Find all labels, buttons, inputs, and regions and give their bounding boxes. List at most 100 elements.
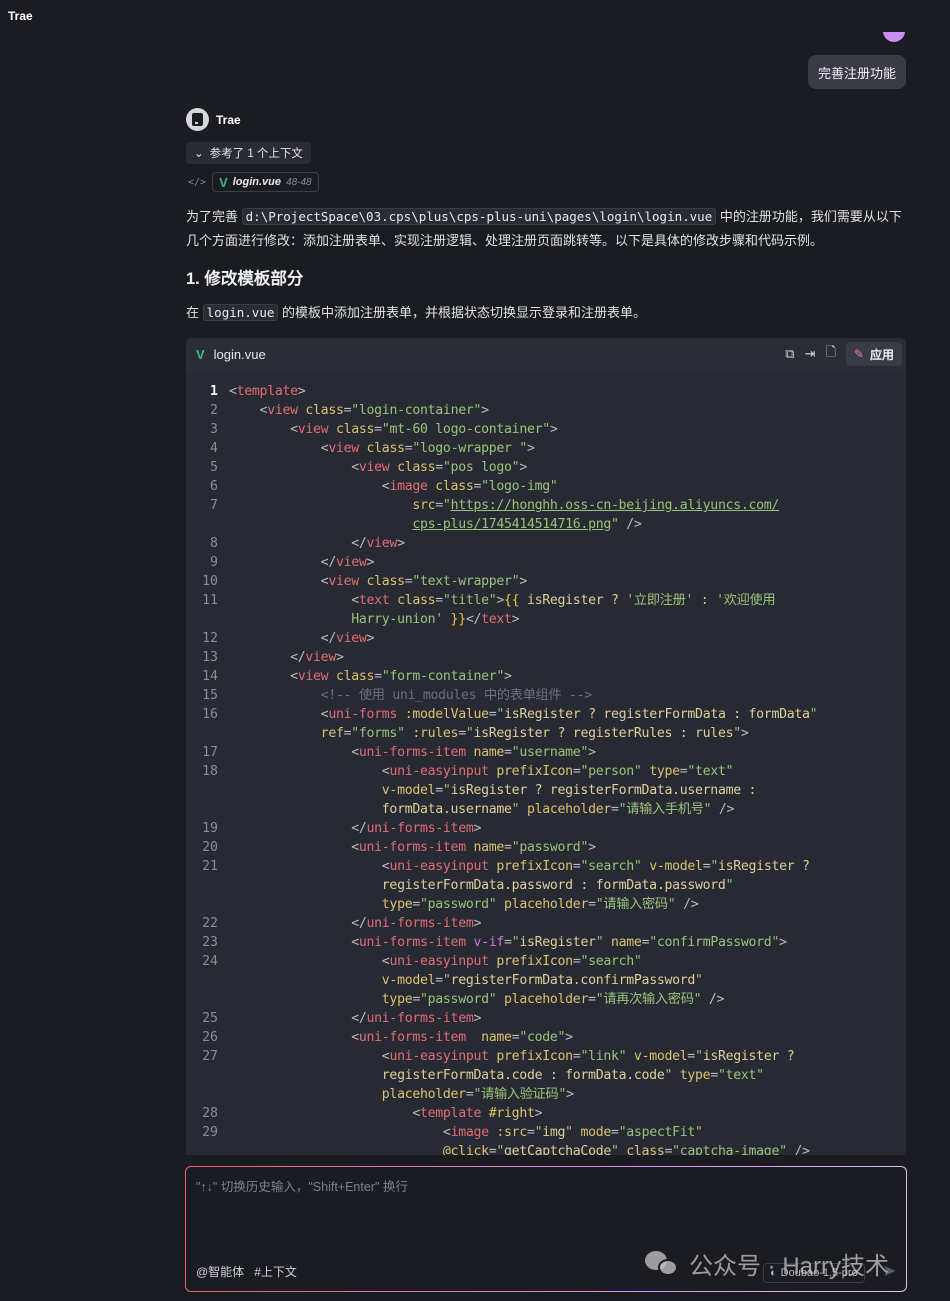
code-text: <template> bbox=[218, 382, 306, 401]
code-token: " bbox=[695, 973, 703, 988]
code-text: registerFormData.password : formData.pas… bbox=[218, 876, 734, 895]
line-number: 20 bbox=[202, 840, 218, 855]
code-line: 13 </view> bbox=[186, 648, 906, 667]
code-token: < bbox=[229, 422, 298, 437]
code-token: = bbox=[435, 593, 443, 608]
code-token: "请输入手机号" bbox=[618, 802, 712, 817]
code-token: </ bbox=[229, 555, 337, 570]
text: 的模板中添加注册表单，并根据状态切换显示登录和注册表单。 bbox=[282, 305, 647, 320]
code-token: "text-wrapper" bbox=[412, 574, 520, 589]
code-line: 10 <view class="text-wrapper"> bbox=[186, 572, 906, 591]
code-token: "text" bbox=[717, 1068, 764, 1083]
code-token: uni-forms-item bbox=[358, 935, 466, 950]
code-token: = bbox=[412, 992, 420, 1007]
insert-icon[interactable]: ⇥ bbox=[805, 346, 816, 362]
code-token: > bbox=[511, 612, 520, 627]
code-token: view bbox=[297, 422, 329, 437]
code-token: uni-forms-item bbox=[366, 916, 474, 931]
code-line: type="password" placeholder="请再次输入密码" /> bbox=[186, 990, 906, 1009]
code-token: @click bbox=[229, 1144, 489, 1155]
app-title: Trae bbox=[8, 9, 33, 23]
code-token: view bbox=[358, 460, 390, 475]
code-text: </view> bbox=[218, 553, 375, 572]
code-text: <template #right> bbox=[218, 1104, 542, 1123]
code-token: :rules bbox=[404, 726, 459, 741]
code-text: formData.username" placeholder="请输入手机号" … bbox=[218, 800, 735, 819]
code-text: <uni-forms-item name="username"> bbox=[218, 743, 596, 762]
code-token: > bbox=[519, 460, 527, 475]
code-token: " bbox=[710, 859, 718, 874]
code-token: "logo-img" bbox=[481, 479, 558, 494]
code-token: cps-plus/1745414514716.png bbox=[412, 517, 611, 532]
code-token: :src bbox=[488, 1125, 527, 1140]
code-token: "请再次输入密码" bbox=[595, 992, 702, 1007]
code-token: v-if bbox=[465, 935, 505, 950]
line-number bbox=[186, 971, 218, 990]
line-number: 1 bbox=[210, 384, 218, 399]
code-token: placeholder bbox=[496, 992, 589, 1007]
code-token: = bbox=[435, 783, 443, 798]
code-token: > bbox=[519, 574, 527, 589]
chat-input-placeholder[interactable]: "↑↓" 切换历史输入，"Shift+Enter" 换行 bbox=[196, 1176, 408, 1195]
user-message: 完善注册功能 bbox=[808, 55, 906, 89]
line-number: 19 bbox=[202, 821, 218, 836]
apply-label: 应用 bbox=[869, 347, 894, 362]
code-token: getCaptchaCode bbox=[504, 1144, 611, 1155]
vue-icon: V bbox=[196, 346, 205, 362]
code-token: < bbox=[229, 840, 359, 855]
code-token: view bbox=[328, 574, 359, 589]
code-line: Harry-union' }}</text> bbox=[186, 610, 906, 629]
new-file-icon[interactable]: 🗋 bbox=[825, 343, 835, 365]
agent-button[interactable]: @智能体 bbox=[196, 1263, 244, 1280]
chevron-down-icon: ⌄ bbox=[194, 148, 204, 160]
code-token: class bbox=[427, 479, 474, 494]
context-toggle[interactable]: ⌄ 参考了 1 个上下文 bbox=[186, 142, 311, 164]
code-token: = bbox=[611, 802, 619, 817]
code-text: @click="getCaptchaCode" class="captcha-i… bbox=[218, 1142, 810, 1155]
code-text: <uni-easyinput prefixIcon = "link" v-model… bbox=[218, 1047, 795, 1066]
line-number: 26 bbox=[202, 1030, 218, 1045]
code-token: name bbox=[603, 935, 642, 950]
code-line: 20 <uni-forms-item name="password"> bbox=[186, 838, 906, 857]
code-token: "请输入验证码" bbox=[473, 1087, 567, 1102]
code-token: placeholder bbox=[229, 1087, 466, 1102]
code-text: v-model="registerFormData.confirmPasswor… bbox=[218, 971, 703, 990]
code-token: isRegister bbox=[519, 935, 596, 950]
code-token: "username" bbox=[511, 745, 589, 760]
code-line: 1 <template> bbox=[186, 382, 906, 401]
code-token: < bbox=[229, 935, 359, 950]
code-token: " bbox=[611, 1144, 619, 1155]
code-token: > bbox=[397, 536, 405, 551]
code-text: </view> bbox=[218, 629, 375, 648]
code-line: 4 <view class="logo-wrapper "> bbox=[186, 439, 906, 458]
code-token: " bbox=[442, 783, 451, 798]
code-token: '欢迎使用 bbox=[716, 593, 776, 608]
line-number: 24 bbox=[202, 954, 218, 969]
apply-button[interactable]: ✎ 应用 bbox=[845, 342, 902, 366]
code-token: "mt-60 logo-container" bbox=[381, 422, 550, 437]
code-token: = bbox=[611, 1125, 619, 1140]
line-number: 7 bbox=[210, 498, 218, 513]
line-number: 23 bbox=[202, 935, 218, 950]
line-number: 6 bbox=[210, 479, 218, 494]
code-filename: login.vue bbox=[213, 346, 266, 362]
copy-icon[interactable]: ⧉ bbox=[785, 346, 794, 362]
file-reference-chip[interactable]: V login.vue 48-48 bbox=[212, 172, 319, 192]
code-token: = bbox=[504, 935, 512, 950]
context-button[interactable]: #上下文 bbox=[254, 1263, 297, 1280]
code-text: type="password" placeholder="请输入密码" /> bbox=[218, 895, 699, 914]
code-text: <view class="mt-60 logo-container"> bbox=[218, 420, 558, 439]
code-token: < bbox=[229, 460, 359, 475]
code-token: isRegister ? bbox=[702, 1049, 795, 1064]
code-text: <image class="logo-img" bbox=[218, 477, 558, 496]
code-token: > bbox=[588, 745, 596, 760]
code-token: </ bbox=[229, 536, 367, 551]
text: 在 bbox=[186, 305, 200, 320]
code-token: > bbox=[366, 631, 375, 646]
code-text: </view> bbox=[218, 648, 344, 667]
code-token: type bbox=[229, 897, 413, 912]
code-token: > bbox=[534, 1106, 543, 1121]
line-number bbox=[186, 781, 218, 800]
line-number: 15 bbox=[202, 688, 218, 703]
line-number: 9 bbox=[210, 555, 218, 570]
